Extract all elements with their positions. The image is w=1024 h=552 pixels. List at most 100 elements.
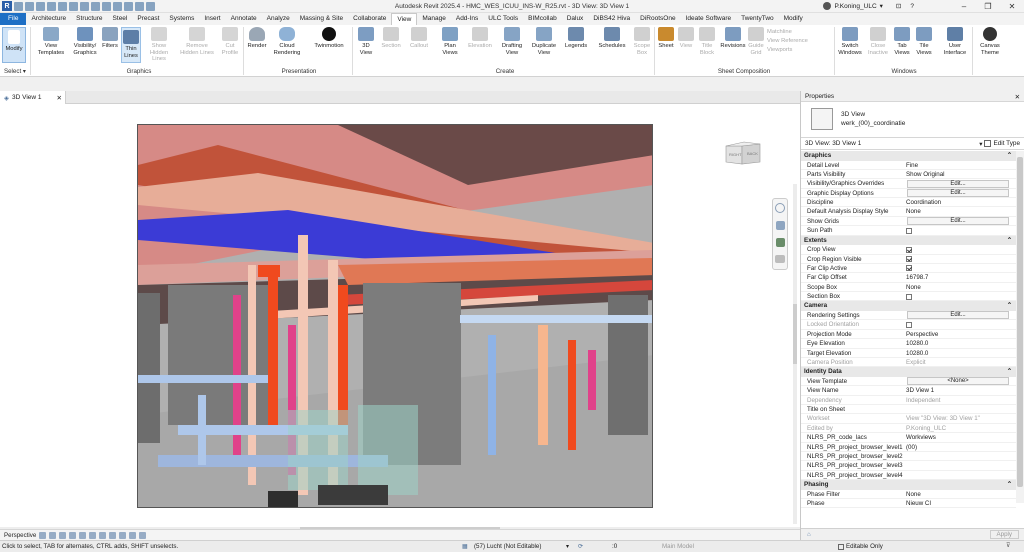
property-value[interactable]: [904, 264, 1016, 272]
user-account[interactable]: P.Koning_ULC ▾ ⊡ ?: [823, 2, 914, 10]
property-row[interactable]: Dependency Independent: [801, 396, 1016, 405]
collapse-icon[interactable]: ⌃: [1007, 236, 1012, 246]
edit-button[interactable]: Edit...: [907, 189, 1009, 198]
property-row[interactable]: View Name 3D View 1: [801, 386, 1016, 396]
property-value[interactable]: 3D View 1: [904, 386, 1016, 394]
properties-help-link[interactable]: ⌂: [807, 531, 811, 538]
close-inactive-button[interactable]: Close Inactive: [866, 27, 890, 56]
property-row[interactable]: Discipline Coordination: [801, 198, 1016, 208]
schedules-button[interactable]: Schedules: [596, 27, 628, 50]
property-value[interactable]: [904, 255, 1016, 263]
property-value[interactable]: Nieuw CI: [904, 499, 1016, 507]
property-row[interactable]: Default Analysis Display Style None: [801, 207, 1016, 217]
property-row[interactable]: Title on Sheet: [801, 405, 1016, 415]
property-row[interactable]: Scope Box None: [801, 283, 1016, 293]
property-row[interactable]: Detail Level Fine: [801, 161, 1016, 170]
plan-views-button[interactable]: Plan Views: [438, 27, 462, 56]
property-value[interactable]: None: [904, 283, 1016, 291]
vertical-scrollbar[interactable]: [793, 184, 797, 524]
property-value[interactable]: Workviews: [904, 433, 1016, 441]
filter-icon[interactable]: ⊽: [1006, 542, 1011, 549]
property-row[interactable]: Camera Position Explicit: [801, 358, 1016, 368]
tab-analyze[interactable]: Analyze: [262, 13, 295, 25]
property-value[interactable]: <None>: [904, 377, 1016, 386]
switch-windows-button[interactable]: Switch Windows: [836, 27, 864, 56]
viewports-button[interactable]: Viewports: [767, 46, 808, 55]
view-templates-button[interactable]: View Templates: [34, 27, 68, 56]
property-value[interactable]: None: [904, 207, 1016, 215]
cut-profile-button[interactable]: Cut Profile: [219, 27, 241, 56]
property-row[interactable]: Crop Region Visible: [801, 255, 1016, 264]
temporary-view-properties-icon[interactable]: [139, 531, 147, 539]
tab-massing-site[interactable]: Massing & Site: [295, 13, 348, 25]
property-value[interactable]: Fine: [904, 161, 1016, 169]
elevation-button[interactable]: Elevation: [466, 27, 494, 50]
scrollbar-thumb[interactable]: [1017, 157, 1023, 487]
property-value[interactable]: Edit...: [904, 179, 1016, 188]
thin-lines-icon[interactable]: [124, 1, 133, 11]
orbit-icon[interactable]: [775, 255, 785, 263]
instance-filter[interactable]: 3D View: 3D View 1 ▾ Edit Type: [801, 138, 1024, 150]
property-row[interactable]: NLRS_PR_project_browser_level3: [801, 461, 1016, 471]
remove-hidden-lines-button[interactable]: Remove Hidden Lines: [180, 27, 214, 56]
reveal-hidden-icon[interactable]: [119, 531, 127, 539]
editing-requests-icon[interactable]: ⟳: [578, 543, 583, 550]
property-value[interactable]: [904, 292, 1016, 300]
property-row[interactable]: Far Clip Offset 16798.7: [801, 273, 1016, 283]
property-row[interactable]: Crop View: [801, 245, 1016, 255]
view-reference-button[interactable]: View Reference: [767, 37, 808, 46]
place-view-button[interactable]: View: [678, 27, 694, 50]
crop-view-icon[interactable]: [79, 531, 87, 539]
3d-view-button[interactable]: 3D View: [356, 27, 376, 56]
property-row[interactable]: Graphic Display Options Edit...: [801, 189, 1016, 199]
property-row[interactable]: Phase Filter None: [801, 490, 1016, 499]
edit-button[interactable]: Edit...: [907, 179, 1009, 188]
edit-type-button[interactable]: ▾ Edit Type: [979, 140, 1020, 148]
property-row[interactable]: NLRS_PR_project_browser_level2: [801, 452, 1016, 462]
shadows-icon[interactable]: [59, 531, 67, 539]
property-group-phasing[interactable]: Phasing ⌃: [801, 480, 1016, 490]
print-icon[interactable]: [69, 1, 78, 11]
property-row[interactable]: Locked Orientation: [801, 320, 1016, 330]
active-workset[interactable]: (57) Lucht (Not Editable): [474, 543, 541, 550]
tab-manage[interactable]: Manage: [417, 13, 451, 25]
edit-button[interactable]: Edit...: [907, 217, 1009, 226]
select-dropdown[interactable]: Select ▾: [2, 68, 28, 75]
tab-precast[interactable]: Precast: [132, 13, 164, 25]
tab-dibs42-hiva[interactable]: DiBS42 Hiva: [588, 13, 635, 25]
annotation-icon[interactable]: [91, 1, 100, 11]
property-value[interactable]: None: [904, 490, 1016, 498]
tab-file[interactable]: File: [0, 13, 27, 25]
filters-button[interactable]: Filters: [101, 27, 119, 50]
tab-steel[interactable]: Steel: [108, 13, 133, 25]
property-group-extents[interactable]: Extents ⌃: [801, 235, 1016, 246]
edit-button[interactable]: Edit...: [907, 311, 1009, 320]
show-hidden-lines-button[interactable]: Show Hidden Lines: [144, 27, 174, 63]
type-selector[interactable]: 3D View werk_(00)_coordinatie: [801, 102, 1024, 138]
revit-logo-icon[interactable]: R: [2, 1, 12, 11]
property-value[interactable]: 10280.0: [904, 339, 1016, 347]
tab-modify[interactable]: Modify: [779, 13, 808, 25]
property-row[interactable]: Projection Mode Perspective: [801, 330, 1016, 340]
property-row[interactable]: Visibility/Graphics Overrides Edit...: [801, 179, 1016, 189]
viewcube-right-face[interactable]: RIGHT: [729, 152, 741, 157]
maximize-icon[interactable]: ❐: [976, 0, 1000, 13]
property-row[interactable]: Sun Path: [801, 226, 1016, 236]
workset-dropdown-icon[interactable]: ▾: [566, 543, 569, 550]
tab-view[interactable]: View: [391, 13, 418, 25]
zoom-icon[interactable]: [775, 221, 785, 230]
property-row[interactable]: Eye Elevation 10280.0: [801, 339, 1016, 349]
3d-viewport[interactable]: [137, 124, 653, 508]
close-hidden-icon[interactable]: [135, 1, 144, 11]
checkbox[interactable]: [906, 265, 912, 272]
collapse-icon[interactable]: ⌃: [1007, 367, 1012, 377]
property-row[interactable]: NLRS_PR_project_browser_level4: [801, 471, 1016, 481]
tab-add-ins[interactable]: Add-Ins: [451, 13, 483, 25]
collapse-icon[interactable]: ⌃: [1007, 301, 1012, 311]
property-value[interactable]: Edit...: [904, 189, 1016, 198]
property-row[interactable]: NLRS_PR_code_lacs Workviews: [801, 433, 1016, 443]
cloud-rendering-button[interactable]: Cloud Rendering: [272, 27, 302, 56]
tab-dalux[interactable]: Dalux: [562, 13, 589, 25]
viewcube-back-face[interactable]: BACK: [747, 151, 758, 156]
title-block-button[interactable]: Title Block: [697, 27, 717, 56]
